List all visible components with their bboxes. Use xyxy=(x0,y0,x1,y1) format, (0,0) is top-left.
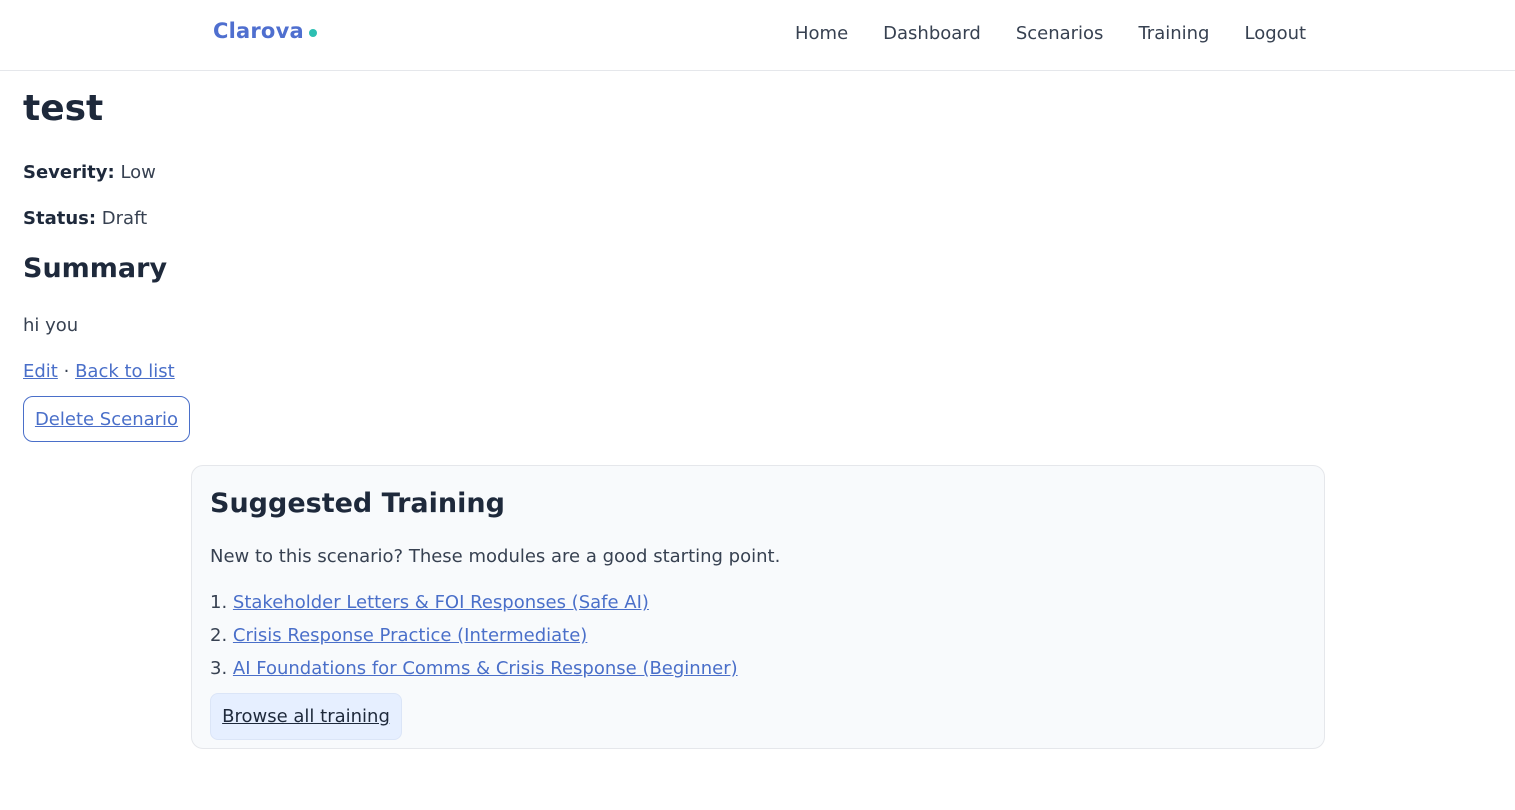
scenario-actions-links: Edit · Back to list xyxy=(23,361,175,382)
nav-training-link[interactable]: Training xyxy=(1138,23,1209,44)
scenario-title: test xyxy=(23,88,104,129)
severity-row: Severity: Low xyxy=(23,162,156,183)
list-item: 2. Crisis Response Practice (Intermediat… xyxy=(210,625,738,658)
nav-scenarios-link[interactable]: Scenarios xyxy=(1016,23,1104,44)
list-item-number: 3. xyxy=(210,658,228,679)
brand-logo[interactable]: Clarova xyxy=(213,19,317,43)
suggested-training-heading: Suggested Training xyxy=(210,488,505,519)
training-module-link[interactable]: AI Foundations for Comms & Crisis Respon… xyxy=(233,658,738,679)
brand-name: Clarova xyxy=(213,19,304,43)
training-module-list: 1. Stakeholder Letters & FOI Responses (… xyxy=(210,592,738,691)
nav-dashboard-link[interactable]: Dashboard xyxy=(883,23,981,44)
list-item: 3. AI Foundations for Comms & Crisis Res… xyxy=(210,658,738,691)
training-module-link[interactable]: Stakeholder Letters & FOI Responses (Saf… xyxy=(233,592,649,613)
list-item-number: 1. xyxy=(210,592,228,613)
nav-home-link[interactable]: Home xyxy=(795,23,848,44)
status-value: Draft xyxy=(101,208,148,229)
suggested-training-description: New to this scenario? These modules are … xyxy=(210,546,781,567)
list-item-number: 2. xyxy=(210,625,228,646)
top-navbar: Clarova Home Dashboard Scenarios Trainin… xyxy=(0,0,1515,71)
severity-label: Severity: xyxy=(23,162,115,183)
training-module-link[interactable]: Crisis Response Practice (Intermediate) xyxy=(233,625,587,646)
status-label: Status: xyxy=(23,208,97,229)
suggested-training-card: Suggested Training New to this scenario?… xyxy=(191,465,1325,749)
back-to-list-link[interactable]: Back to list xyxy=(75,361,175,382)
list-item: 1. Stakeholder Letters & FOI Responses (… xyxy=(210,592,738,625)
main-nav: Home Dashboard Scenarios Training Logout xyxy=(795,23,1306,44)
brand-dot-icon xyxy=(308,28,317,37)
browse-all-training-button[interactable]: Browse all training xyxy=(210,693,402,740)
link-separator: · xyxy=(63,361,70,382)
edit-link[interactable]: Edit xyxy=(23,361,58,382)
nav-logout-link[interactable]: Logout xyxy=(1244,23,1306,44)
status-row: Status: Draft xyxy=(23,208,147,229)
summary-text: hi you xyxy=(23,315,79,336)
delete-scenario-button[interactable]: Delete Scenario xyxy=(23,396,190,442)
summary-heading: Summary xyxy=(23,253,168,284)
severity-value: Low xyxy=(120,162,156,183)
